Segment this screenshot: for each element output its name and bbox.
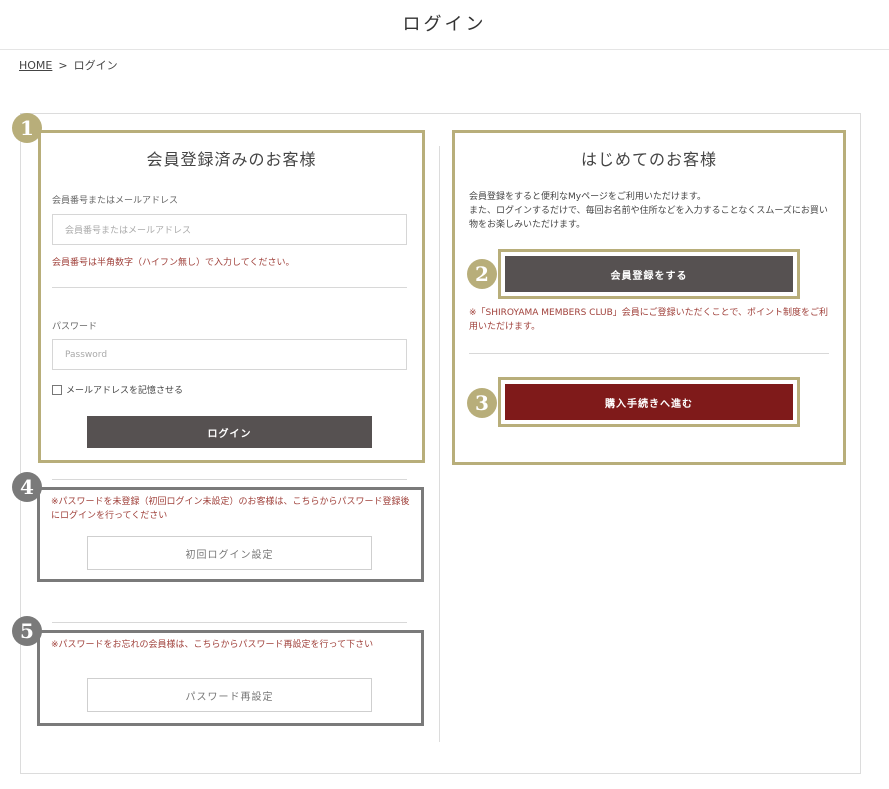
proceed-to-purchase-button[interactable]: 購入手続きへ進む bbox=[505, 384, 793, 420]
password-input[interactable]: Password bbox=[52, 339, 407, 370]
new-customer-divider bbox=[469, 353, 829, 354]
reset-divider bbox=[52, 622, 407, 623]
password-reset-button[interactable]: パスワード再設定 bbox=[87, 678, 372, 712]
member-id-note: 会員番号は半角数字（ハイフン無し）で入力してください。 bbox=[52, 258, 295, 268]
badge-4: 4 bbox=[12, 472, 42, 502]
password-label: パスワード bbox=[52, 322, 98, 332]
new-customer-desc-line1: 会員登録をすると便利なMyページをご利用いただけます。 bbox=[469, 192, 707, 202]
member-form-divider bbox=[52, 287, 407, 288]
badge-5: 5 bbox=[12, 616, 42, 646]
member-login-title: 会員登録済みのお客様 bbox=[146, 150, 317, 169]
new-customer-desc-line2: また、ログインするだけで、毎回お名前や住所などを入力することなくスムーズにお買い… bbox=[469, 206, 828, 230]
page-title: ログイン bbox=[402, 14, 487, 35]
first-login-divider bbox=[52, 479, 407, 480]
register-button[interactable]: 会員登録をする bbox=[505, 256, 793, 292]
header-divider bbox=[0, 49, 889, 50]
member-id-label: 会員番号またはメールアドレス bbox=[52, 196, 179, 206]
password-reset-note: ※パスワードをお忘れの会員様は、こちらからパスワード再設定を行って下さい bbox=[51, 640, 374, 650]
breadcrumb-separator: > bbox=[58, 59, 68, 72]
badge-3: 3 bbox=[467, 388, 497, 418]
column-divider bbox=[439, 146, 440, 742]
badge-1: 1 bbox=[12, 113, 42, 143]
remember-email-label: メールアドレスを記憶させる bbox=[66, 386, 184, 396]
remember-email-checkbox[interactable]: メールアドレスを記憶させる bbox=[52, 383, 183, 396]
breadcrumb-current: ログイン bbox=[73, 59, 118, 72]
badge-2: 2 bbox=[467, 259, 497, 289]
breadcrumb: HOME > ログイン bbox=[19, 57, 118, 73]
member-id-input[interactable]: 会員番号またはメールアドレス bbox=[52, 214, 407, 245]
members-club-note: ※「SHIROYAMA MEMBERS CLUB」会員にご登録いただくことで、ポ… bbox=[469, 308, 828, 332]
login-button[interactable]: ログイン bbox=[87, 416, 372, 448]
new-customer-description: 会員登録をすると便利なMyページをご利用いただけます。 また、ログインするだけで… bbox=[469, 190, 829, 232]
new-customer-title: はじめてのお客様 bbox=[580, 150, 717, 169]
member-login-section bbox=[38, 130, 425, 463]
breadcrumb-home-link[interactable]: HOME bbox=[19, 59, 52, 72]
first-login-note: ※パスワードを未登録（初回ログイン未設定）のお客様は、こちらからパスワード登録後… bbox=[51, 497, 410, 521]
checkbox-square[interactable] bbox=[52, 384, 62, 395]
first-login-setup-button[interactable]: 初回ログイン設定 bbox=[87, 536, 372, 570]
